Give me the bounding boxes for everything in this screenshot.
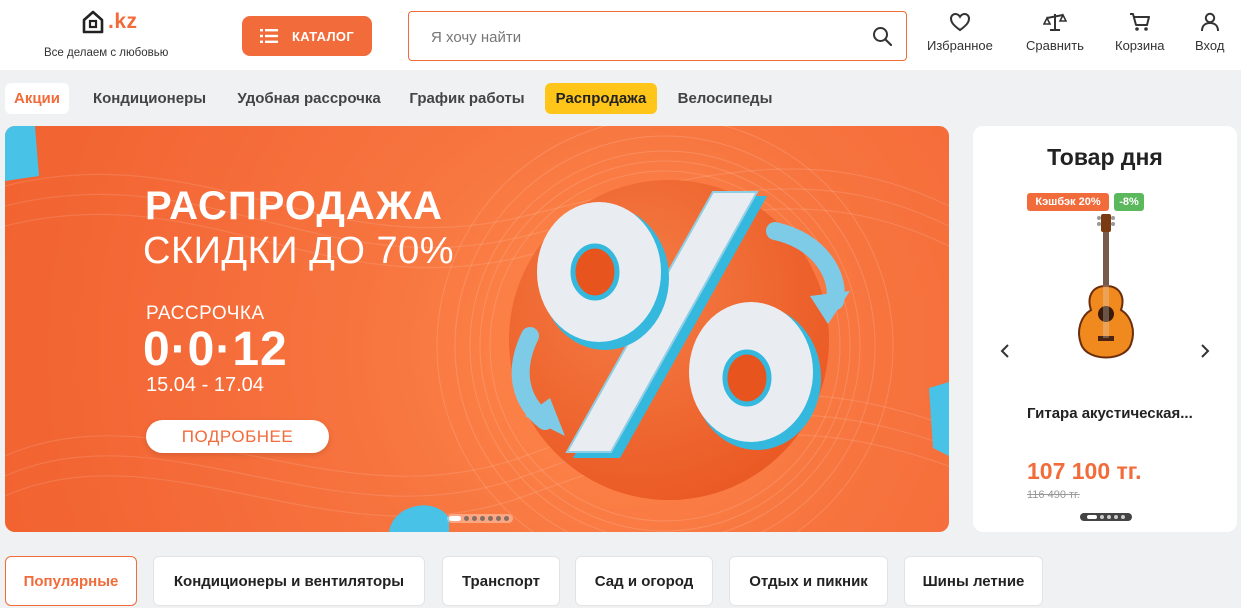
pagination-dot[interactable] (1100, 515, 1104, 519)
banner-installment-terms: 0·0·12 (143, 323, 288, 376)
prev-product-button[interactable] (1000, 342, 1010, 363)
user-icon (1200, 12, 1219, 32)
login-link[interactable]: Вход (1195, 12, 1224, 53)
menu-list-icon (259, 29, 278, 43)
category-chip-promotions[interactable]: Акции (5, 83, 69, 114)
banner-dot[interactable] (472, 516, 477, 521)
compare-link[interactable]: Сравнить (1026, 12, 1084, 53)
cart-label: Корзина (1115, 38, 1165, 53)
banner-pagination[interactable] (447, 514, 513, 523)
house-logo-icon (82, 10, 104, 34)
heart-icon (949, 12, 970, 32)
logo[interactable]: .kz Все делаем с любовью (44, 10, 184, 62)
product-pagination[interactable] (1080, 513, 1132, 521)
compare-label: Сравнить (1026, 38, 1084, 53)
logo-tagline: Все делаем с любовью (44, 47, 169, 59)
pagination-dot[interactable] (1121, 515, 1125, 519)
banner-dot[interactable] (504, 516, 509, 521)
banner-dot[interactable] (464, 516, 469, 521)
banner-more-button[interactable]: ПОДРОБНЕЕ (146, 420, 329, 453)
favorites-link[interactable]: Избранное (927, 12, 993, 53)
tab-transport[interactable]: Транспорт (442, 556, 560, 606)
product-of-day-card: Товар дня Кэшбэк 20% -8% Гитара акустиче… (973, 126, 1237, 532)
category-chip-bicycles[interactable]: Велосипеды (671, 83, 779, 114)
pagination-dot-active[interactable] (1087, 515, 1097, 519)
category-chip-sale[interactable]: Распродажа (545, 83, 657, 114)
tab-outdoor-picnic[interactable]: Отдых и пикник (729, 556, 888, 606)
tab-popular[interactable]: Популярные (5, 556, 137, 606)
cart-link[interactable]: Корзина (1115, 12, 1165, 53)
guitar-product-image[interactable] (1073, 212, 1139, 366)
catalog-button[interactable]: КАТАЛОГ (242, 16, 372, 56)
discount-badge: -8% (1114, 193, 1144, 211)
pagination-dot[interactable] (1114, 515, 1118, 519)
tab-air-conditioners-fans[interactable]: Кондиционеры и вентиляторы (153, 556, 425, 606)
scales-icon (1042, 13, 1067, 31)
search-input[interactable] (431, 25, 851, 49)
category-chip-schedule[interactable]: График работы (402, 83, 532, 114)
search-icon[interactable] (872, 26, 892, 46)
product-of-day-title: Товар дня (1047, 144, 1163, 170)
favorites-label: Избранное (927, 38, 993, 53)
category-chip-air-conditioners[interactable]: Кондиционеры (84, 83, 215, 114)
product-name[interactable]: Гитара акустическая... (1027, 402, 1227, 426)
catalog-label: КАТАЛОГ (291, 28, 355, 44)
logo-mark: .kz (82, 10, 138, 34)
cart-icon (1129, 13, 1150, 31)
tab-summer-tires[interactable]: Шины летние (904, 556, 1043, 606)
next-product-button[interactable] (1200, 342, 1210, 363)
site-header: .kz Все делаем с любовью КАТАЛОГ Избранн… (0, 0, 1241, 70)
banner-dot[interactable] (480, 516, 485, 521)
login-label: Вход (1195, 38, 1225, 53)
product-price: 107 100 тг. (1027, 458, 1142, 484)
banner-subtitle: СКИДКИ ДО 70% (143, 230, 455, 272)
banner-dot-active[interactable] (449, 516, 461, 521)
banner-dates: 15.04 - 17.04 (146, 374, 264, 396)
cashback-badge: Кэшбэк 20% (1027, 193, 1109, 211)
chevron-right-icon (1201, 344, 1210, 358)
chevron-left-icon (1000, 344, 1009, 358)
banner-dot[interactable] (488, 516, 493, 521)
logo-suffix: .kz (108, 10, 138, 33)
banner-dot[interactable] (496, 516, 501, 521)
tab-garden[interactable]: Сад и огород (575, 556, 713, 606)
product-old-price: 116 490 тг. (1027, 489, 1080, 501)
search-box (408, 11, 907, 61)
category-chip-installments[interactable]: Удобная рассрочка (228, 83, 390, 114)
banner-title: РАСПРОДАЖА (145, 184, 443, 228)
pagination-dot[interactable] (1107, 515, 1111, 519)
promo-banner[interactable]: РАСПРОДАЖА СКИДКИ ДО 70% РАССРОЧКА 0·0·1… (5, 126, 949, 532)
